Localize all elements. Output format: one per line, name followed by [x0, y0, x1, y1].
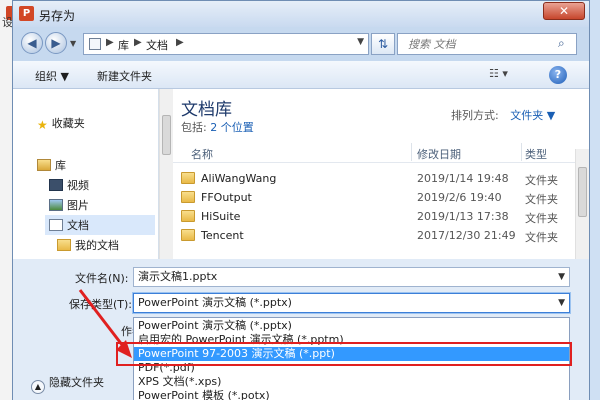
- annotation-arrow: [78, 289, 132, 358]
